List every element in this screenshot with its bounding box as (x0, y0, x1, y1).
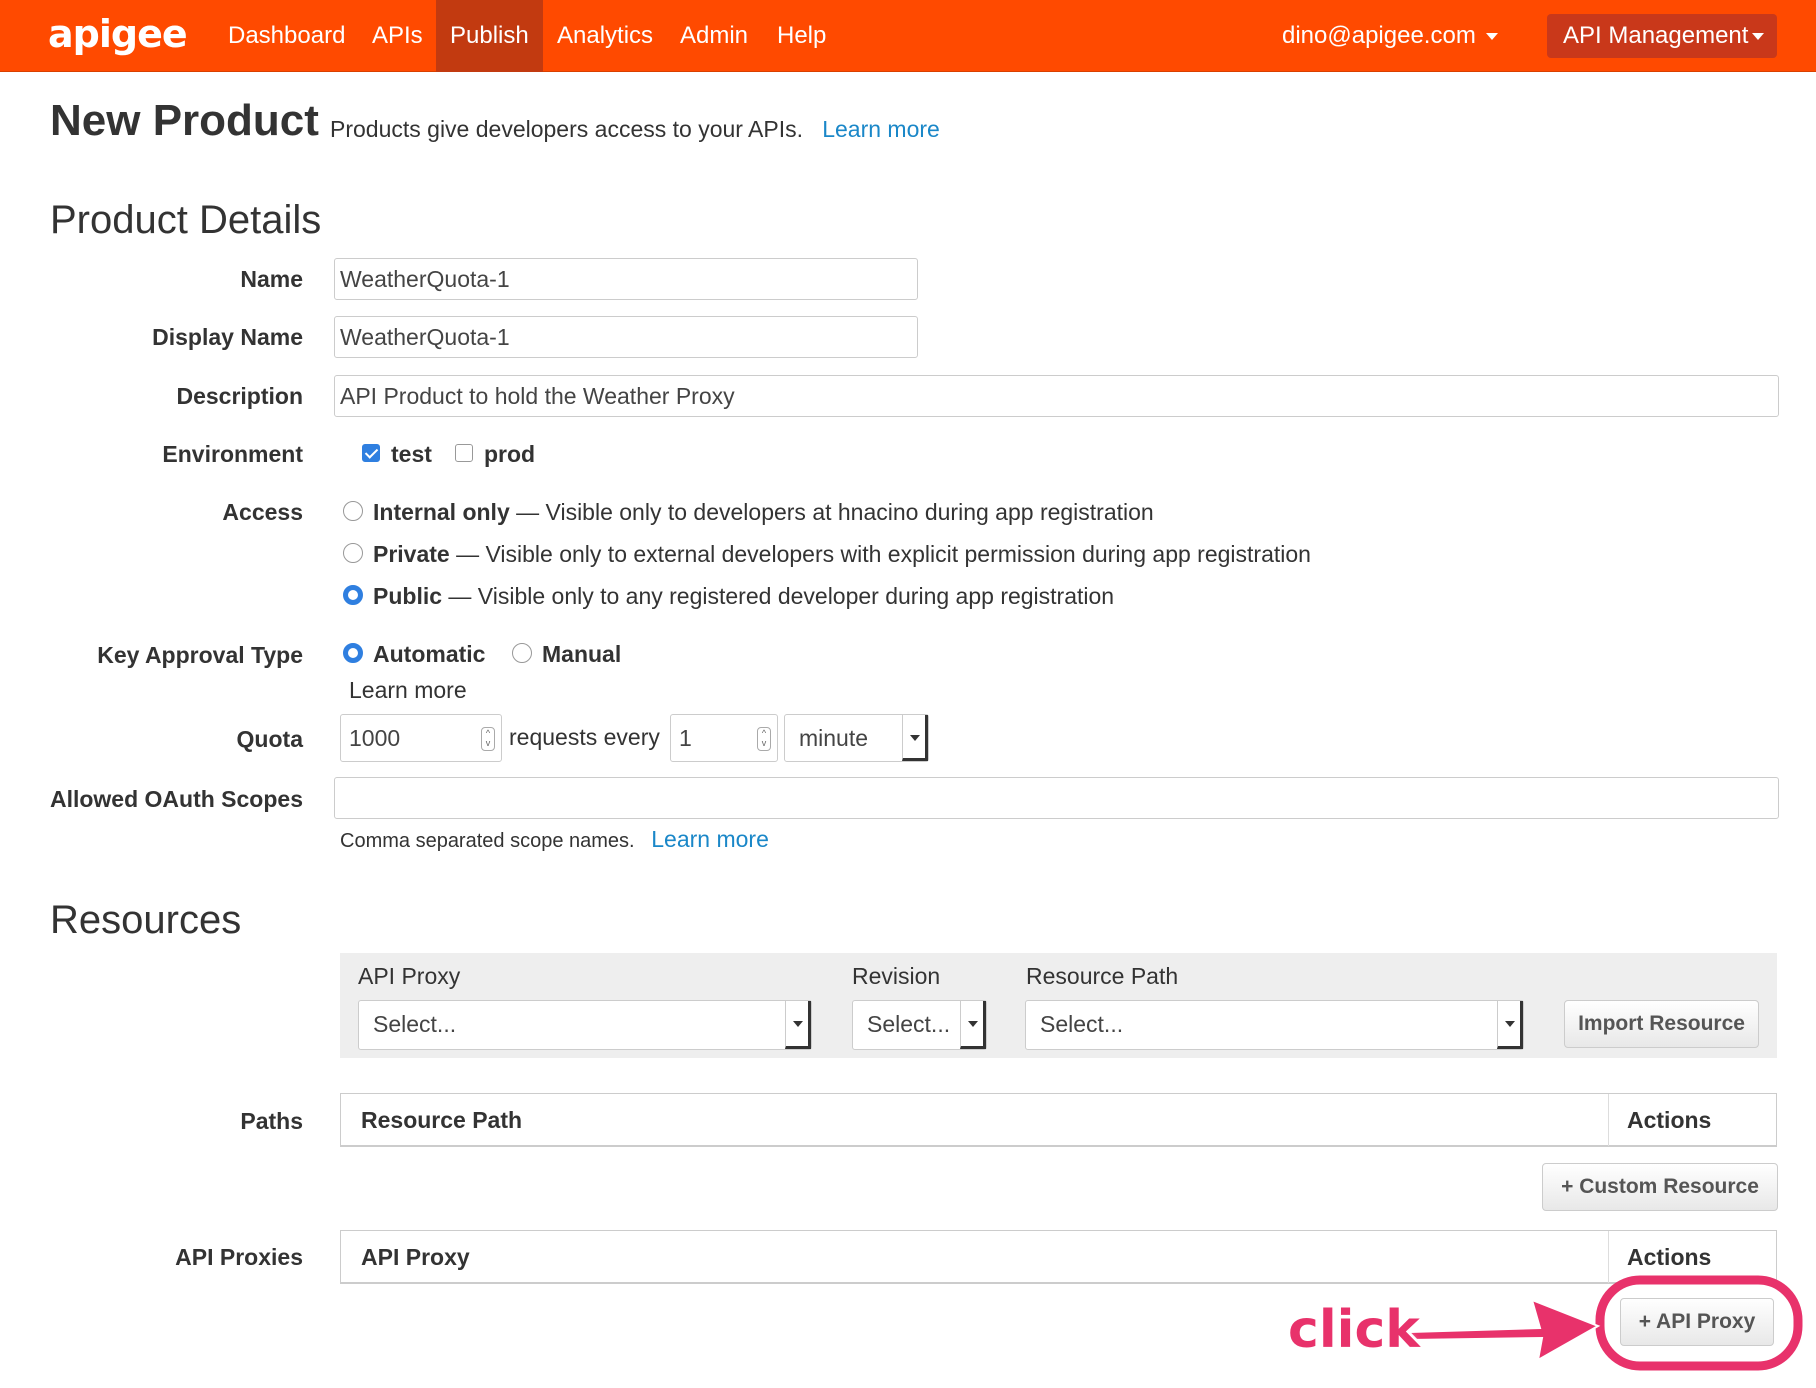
click-annotation (1409, 1275, 1803, 1371)
arrow-right-icon (1409, 1298, 1601, 1362)
highlight-circle (1595, 1275, 1803, 1371)
click-annotation-text: click (1288, 1300, 1420, 1360)
